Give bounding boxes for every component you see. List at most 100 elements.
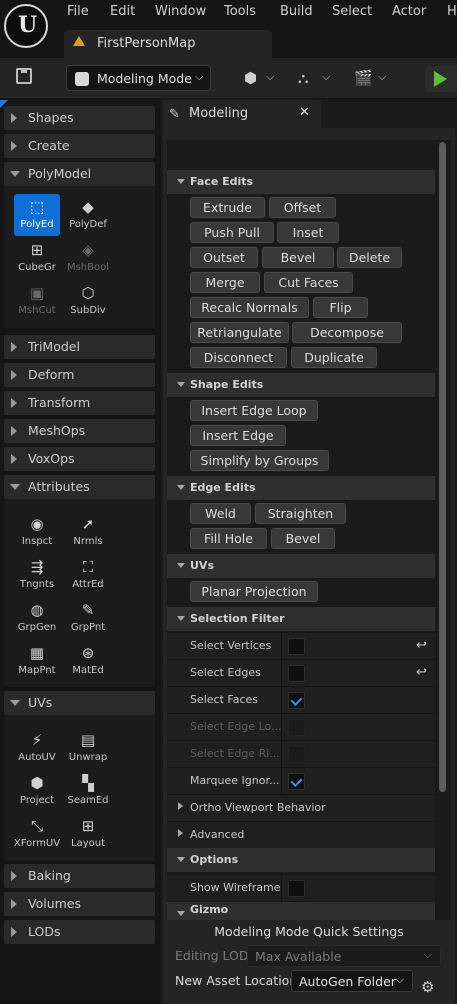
decompose-button[interactable]: Decompose xyxy=(292,322,402,343)
weld-button[interactable]: Weld xyxy=(190,503,251,524)
modeling-tab[interactable]: ✎ Modeling ✕ xyxy=(163,100,321,128)
menu-help[interactable]: H xyxy=(447,4,457,19)
merge-button[interactable]: Merge xyxy=(190,272,260,293)
tool-attred[interactable]: ⛶ AttrEd xyxy=(65,554,111,596)
category-trimodel[interactable]: TriModel xyxy=(4,335,155,359)
cut-faces-button[interactable]: Cut Faces xyxy=(264,272,353,293)
category-label: PolyModel xyxy=(28,166,92,181)
offset-button[interactable]: Offset xyxy=(269,197,336,218)
insert-edge-loop-button[interactable]: Insert Edge Loop xyxy=(190,400,318,421)
section-options[interactable]: Options xyxy=(167,848,435,872)
tool-xformuv[interactable]: ⤡ XFormUV xyxy=(14,813,60,855)
section-shape-edits[interactable]: Shape Edits xyxy=(167,373,435,397)
blueprint-icon[interactable]: ⛬ xyxy=(298,69,309,87)
menu-actor[interactable]: Actor xyxy=(392,4,426,19)
reset-icon[interactable]: ↩ xyxy=(416,665,427,680)
tool-grpgen[interactable]: ◍ GrpGen xyxy=(14,597,60,639)
fill-hole-button[interactable]: Fill Hole xyxy=(190,528,267,549)
tool-polydef[interactable]: ◆ PolyDef xyxy=(65,194,111,236)
reset-icon[interactable]: ↩ xyxy=(416,638,427,653)
modeling-icon: ✎ xyxy=(169,107,180,122)
section-selection-filter[interactable]: Selection Filter xyxy=(167,607,435,631)
category-meshops[interactable]: MeshOps xyxy=(4,419,155,443)
category-uvs[interactable]: UVs xyxy=(4,691,155,715)
bevel-button[interactable]: Bevel xyxy=(262,247,334,268)
section-advanced[interactable]: Advanced xyxy=(167,821,435,848)
tool-project[interactable]: ⬢ Project xyxy=(14,770,60,812)
category-shapes[interactable]: Shapes xyxy=(4,106,155,130)
planar-projection-button[interactable]: Planar Projection xyxy=(190,581,318,602)
duplicate-button[interactable]: Duplicate xyxy=(291,347,377,368)
menu-build[interactable]: Build xyxy=(280,4,313,19)
tool-normals[interactable]: ➚ Nrmls xyxy=(65,511,111,553)
category-deform[interactable]: Deform xyxy=(4,363,155,387)
disconnect-button[interactable]: Disconnect xyxy=(190,347,287,368)
chevron-down-icon[interactable]: ⌵ xyxy=(266,70,274,84)
menu-tools[interactable]: Tools xyxy=(224,4,256,19)
tool-polyed[interactable]: ⬚ PolyEd xyxy=(14,194,60,236)
gear-icon[interactable]: ⚙ xyxy=(421,978,434,996)
mode-selector-button[interactable]: Modeling Mode ⌵ xyxy=(66,65,211,91)
edge-bevel-button[interactable]: Bevel xyxy=(271,528,335,549)
category-lods[interactable]: LODs xyxy=(4,920,155,944)
category-voxops[interactable]: VoxOps xyxy=(4,447,155,471)
inset-button[interactable]: Inset xyxy=(277,222,339,243)
menu-file[interactable]: File xyxy=(67,4,89,19)
level-tab[interactable]: FirstPersonMap xyxy=(64,30,272,58)
section-edge-edits[interactable]: Edge Edits xyxy=(167,476,435,500)
tool-cubegr[interactable]: ⊞ CubeGr xyxy=(14,237,60,279)
tool-mappnt[interactable]: ▦ MapPnt xyxy=(14,640,60,682)
push-pull-button[interactable]: Push Pull xyxy=(190,222,274,243)
section-ortho-viewport[interactable]: Ortho Viewport Behavior xyxy=(167,794,435,821)
tool-unwrap[interactable]: ▤ Unwrap xyxy=(65,727,111,769)
asset-location-dropdown[interactable]: AutoGen Folder ⌵ xyxy=(291,970,413,992)
tool-tangents[interactable]: ⇶ Tngnts xyxy=(14,554,60,596)
menu-window[interactable]: Window xyxy=(155,4,206,19)
tool-meshbool[interactable]: ◈ MshBool xyxy=(65,237,111,279)
chevron-down-icon[interactable]: ⌵ xyxy=(322,70,330,84)
category-create[interactable]: Create xyxy=(4,134,155,158)
close-icon[interactable]: ✕ xyxy=(299,105,310,120)
section-face-edits[interactable]: Face Edits xyxy=(167,170,435,194)
select-faces-checkbox[interactable] xyxy=(288,692,305,709)
category-label: Volumes xyxy=(28,896,82,911)
simplify-by-groups-button[interactable]: Simplify by Groups xyxy=(190,450,329,471)
delete-button[interactable]: Delete xyxy=(337,247,402,268)
retriangulate-button[interactable]: Retriangulate xyxy=(190,322,289,343)
insert-edge-button[interactable]: Insert Edge xyxy=(190,425,286,446)
tool-mated[interactable]: ⊛ MatEd xyxy=(65,640,111,682)
show-wireframe-checkbox[interactable] xyxy=(288,880,305,897)
category-polymodel[interactable]: PolyModel xyxy=(4,162,155,186)
section-uvs[interactable]: UVs xyxy=(167,554,435,578)
save-icon[interactable] xyxy=(16,68,32,84)
outset-button[interactable]: Outset xyxy=(190,247,258,268)
recalc-normals-button[interactable]: Recalc Normals xyxy=(190,297,309,318)
details-scrollbar[interactable] xyxy=(439,142,446,792)
extrude-button[interactable]: Extrude xyxy=(190,197,265,218)
menu-edit[interactable]: Edit xyxy=(110,4,135,19)
tool-layout[interactable]: ⊞ Layout xyxy=(65,813,111,855)
editing-lod-dropdown[interactable]: Max Available ⌵ xyxy=(247,945,441,967)
category-volumes[interactable]: Volumes xyxy=(4,892,155,916)
tool-seamed[interactable]: ▚ SeamEd xyxy=(65,770,111,812)
add-actor-icon[interactable]: ⬢ xyxy=(244,69,257,87)
cinematics-icon[interactable]: 🎬 xyxy=(354,69,373,87)
tool-subdiv[interactable]: ⬡ SubDiv xyxy=(65,280,111,322)
category-attributes[interactable]: Attributes xyxy=(4,475,155,499)
tool-autouv[interactable]: ⚡ AutoUV xyxy=(14,727,60,769)
category-baking[interactable]: Baking xyxy=(4,864,155,888)
marquee-ignore-checkbox[interactable] xyxy=(288,773,305,790)
category-transform[interactable]: Transform xyxy=(4,391,155,415)
menu-select[interactable]: Select xyxy=(332,4,372,19)
chevron-down-icon[interactable]: ⌵ xyxy=(378,70,386,84)
unreal-logo-icon[interactable]: U xyxy=(4,4,48,48)
tool-grppnt[interactable]: ✎ GrpPnt xyxy=(65,597,111,639)
straighten-button[interactable]: Straighten xyxy=(255,503,346,524)
tool-meshcut[interactable]: ▣ MshCut xyxy=(14,280,60,322)
tool-inspect[interactable]: ◉ Inspct xyxy=(14,511,60,553)
select-edges-checkbox[interactable] xyxy=(288,665,305,682)
chevron-down-icon: ⌵ xyxy=(195,70,204,83)
select-vertices-checkbox[interactable] xyxy=(288,638,305,655)
flip-button[interactable]: Flip xyxy=(313,297,368,318)
play-button[interactable] xyxy=(425,66,457,92)
